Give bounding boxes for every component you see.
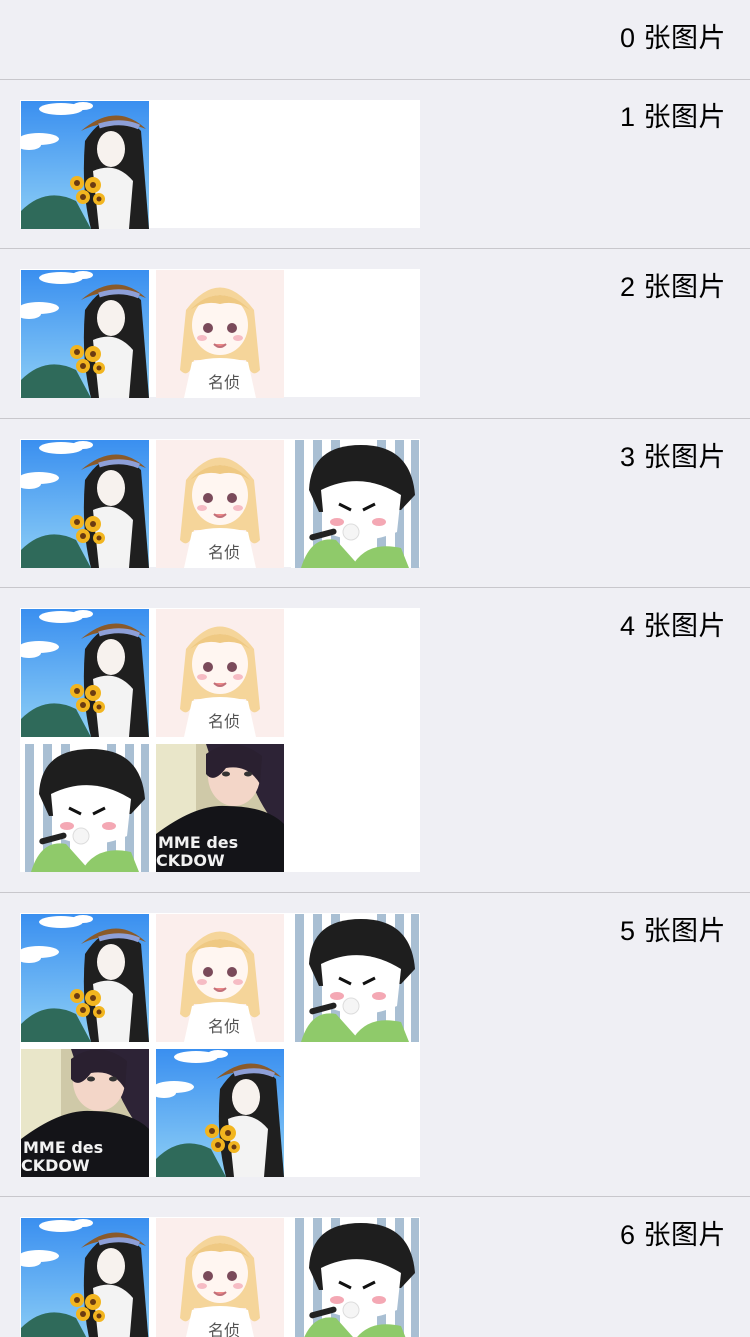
image-grid: 名侦 xyxy=(20,1217,420,1337)
svg-text:名侦: 名侦 xyxy=(208,543,240,562)
image-thumbnail[interactable] xyxy=(291,1218,419,1337)
table-row[interactable]: 2 张图片 名侦 xyxy=(0,249,750,419)
image-count-label: 2 张图片 xyxy=(619,272,726,302)
image-thumbnail[interactable] xyxy=(291,914,419,1042)
table-row[interactable]: 1 张图片 xyxy=(0,80,750,249)
image-thumbnail[interactable] xyxy=(21,440,149,568)
image-thumbnail[interactable] xyxy=(21,744,149,872)
image-grid: 名侦 MME des CKDOW xyxy=(20,608,420,872)
image-grid: 名侦 xyxy=(20,269,420,398)
image-grid: 名侦 MME des CKDOW xyxy=(20,913,420,1177)
table-row[interactable]: 4 张图片 名侦 MME des CKDOW xyxy=(0,588,750,893)
image-thumbnail[interactable]: 名侦 xyxy=(156,1218,284,1337)
svg-text:MME des: MME des xyxy=(158,833,238,852)
image-count-label: 6 张图片 xyxy=(619,1220,726,1250)
image-count-label: 4 张图片 xyxy=(619,611,726,641)
svg-text:CKDOW: CKDOW xyxy=(156,851,225,870)
image-grid xyxy=(20,100,420,229)
image-thumbnail[interactable] xyxy=(21,1218,149,1337)
svg-text:名侦: 名侦 xyxy=(208,712,240,731)
image-count-label: 5 张图片 xyxy=(619,916,726,946)
image-count-label: 1 张图片 xyxy=(619,102,726,132)
svg-text:名侦: 名侦 xyxy=(208,373,240,392)
image-thumbnail[interactable]: 名侦 xyxy=(156,270,284,398)
image-thumbnail[interactable]: 名侦 xyxy=(156,609,284,737)
image-thumbnail[interactable]: 名侦 xyxy=(156,914,284,1042)
table-row[interactable]: 5 张图片 名侦 MME des CKDOW xyxy=(0,893,750,1197)
svg-text:CKDOW: CKDOW xyxy=(21,1156,90,1175)
image-count-label: 3 张图片 xyxy=(619,442,726,472)
table-row[interactable]: 3 张图片 名侦 xyxy=(0,419,750,588)
image-grid: 名侦 xyxy=(20,439,420,568)
image-thumbnail[interactable] xyxy=(21,914,149,1042)
table-row[interactable]: 6 张图片 名侦 xyxy=(0,1197,750,1337)
image-count-label: 0 张图片 xyxy=(619,23,726,53)
image-thumbnail[interactable] xyxy=(21,101,149,229)
table-row[interactable]: 0 张图片 xyxy=(0,0,750,80)
svg-text:名侦: 名侦 xyxy=(208,1017,240,1036)
image-thumbnail[interactable]: 名侦 xyxy=(156,440,284,568)
image-thumbnail[interactable]: MME des CKDOW xyxy=(156,744,284,872)
image-thumbnail[interactable]: MME des CKDOW xyxy=(21,1049,149,1177)
photo-count-list: 0 张图片 1 张图片 2 张图片 名侦 3 张图片 名侦 4 张图片 名侦 M… xyxy=(0,0,750,1337)
image-thumbnail[interactable] xyxy=(21,609,149,737)
image-thumbnail[interactable] xyxy=(291,440,419,568)
image-thumbnail[interactable] xyxy=(156,1049,284,1177)
svg-text:MME des: MME des xyxy=(23,1138,103,1157)
image-thumbnail[interactable] xyxy=(21,270,149,398)
svg-text:名侦: 名侦 xyxy=(208,1321,240,1337)
